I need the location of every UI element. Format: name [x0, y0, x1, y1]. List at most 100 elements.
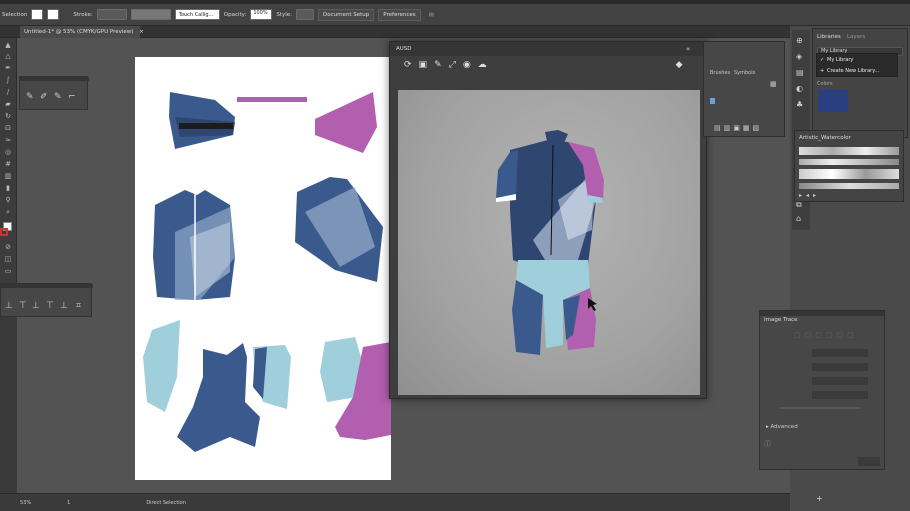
align-tools-icons[interactable]: ⊥ ⊤ ⊥ ⊤ ⊥ ⌗	[1, 284, 93, 318]
shape-builder-icon[interactable]: ◎	[3, 148, 13, 156]
tab-symbols[interactable]: Symbols	[734, 70, 755, 76]
library-color-swatch[interactable]	[818, 90, 848, 112]
status-bar: 53% 1 Direct Selection	[0, 493, 790, 511]
svg-text:⌗: ⌗	[76, 301, 81, 311]
document-tab[interactable]: Untitled-1* @ 53% (CMYK/GPU Preview) ×	[20, 26, 144, 38]
tab-brushes[interactable]: Brushes	[710, 70, 730, 76]
tab-layers[interactable]: Layers	[847, 34, 865, 40]
fill-swatch[interactable]	[31, 9, 44, 20]
style-label: Style:	[276, 11, 293, 18]
image-trace-panel: Image Trace ▢▢▢▢▢▢ ▸ Advanced ⓘ	[759, 310, 885, 470]
draw-mode-icon[interactable]: ◫	[3, 255, 13, 263]
grid-view-icon[interactable]: ▦	[770, 80, 777, 88]
brush-definition-dropdown[interactable]: Touch Callig...	[174, 9, 220, 20]
panel-footer-icons[interactable]: ▤▥▣▦▧	[714, 124, 762, 132]
gradient-tool-icon[interactable]: ▥	[3, 172, 13, 180]
zoom-level[interactable]: 53%	[20, 500, 31, 506]
layers-icon[interactable]: ◈	[796, 52, 802, 61]
curvature-tool-icon[interactable]: ∫	[3, 76, 13, 84]
menu-item-my-library[interactable]: My Library	[827, 57, 853, 63]
tab-libraries[interactable]: Libraries	[817, 34, 841, 40]
graph-tool-icon[interactable]: ▮	[3, 184, 13, 192]
color-icon[interactable]: ◐	[796, 84, 803, 93]
symbols-icon[interactable]: ♣	[796, 100, 803, 109]
arrange-icon[interactable]: ▤	[429, 12, 434, 18]
eyedropper-tool-icon[interactable]: ⚲	[3, 196, 13, 204]
collapse-icon[interactable]: «	[686, 45, 690, 53]
width-tool-icon[interactable]: ≈	[3, 136, 13, 144]
svg-text:✎: ✎	[54, 92, 62, 102]
pen-tool-icon[interactable]: ✒	[3, 64, 13, 72]
3d-preview-window: AUSD « ⟳ ▣ ✎ ⤢ ◉ ☁ ◆	[389, 41, 707, 399]
expand-icon[interactable]: ⤢	[449, 60, 456, 70]
zoom-tool-icon[interactable]: ⌕	[3, 208, 13, 216]
3d-toolbar: ⟳ ▣ ✎ ⤢ ◉ ☁ ◆	[390, 56, 706, 74]
brush-stroke-4[interactable]	[799, 183, 899, 189]
direct-selection-tool-icon[interactable]: △	[3, 52, 13, 60]
artboard[interactable]	[135, 57, 391, 480]
color-picker-icon[interactable]: ◆	[676, 60, 683, 70]
trace-button[interactable]	[858, 457, 880, 466]
brush-stroke-1[interactable]	[799, 147, 899, 155]
screen-mode-icon[interactable]: ▭	[3, 267, 13, 275]
pencil-tool-icon[interactable]: /	[3, 88, 13, 96]
stroke-label: Stroke:	[73, 11, 93, 18]
scale-tool-icon[interactable]: ⊡	[3, 124, 13, 132]
variable-width-profile[interactable]	[130, 9, 171, 20]
style-swatch[interactable]	[296, 9, 315, 20]
colors-section-label: Colors	[817, 81, 833, 87]
tools-panel: ▲ △ ✒ ∫ / ▰ ↻ ⊡ ≈ ◎ # ▥ ▮ ⚲ ⌕ ⊘ ◫ ▭	[0, 38, 17, 298]
stroke-weight-field[interactable]	[96, 9, 127, 20]
svg-text:✎: ✎	[26, 92, 34, 102]
document-tab-title: Untitled-1* @ 53% (CMYK/GPU Preview)	[24, 29, 134, 35]
menu-item-create-library[interactable]: Create New Library...	[827, 68, 879, 74]
page-number[interactable]: 1	[67, 500, 70, 506]
info-icon: ⓘ	[764, 440, 771, 448]
check-icon: ✓	[820, 57, 825, 63]
libraries-panel: Libraries Layers My Library Colors	[812, 28, 908, 138]
refresh-icon[interactable]: ⟳	[404, 60, 412, 70]
libraries-icon[interactable]: ⊕	[796, 36, 803, 45]
panel-nav-icons[interactable]: ▸◂▸	[799, 192, 820, 199]
links-icon[interactable]: ⌂	[796, 214, 801, 223]
current-tool-name: Direct Selection	[146, 499, 186, 506]
document-setup-button[interactable]: Document Setup	[318, 8, 375, 21]
pen-icon[interactable]: ✎	[434, 60, 442, 70]
symbol-swatch[interactable]	[710, 98, 715, 104]
svg-text:⌐: ⌐	[68, 92, 76, 102]
camera-icon[interactable]: ▣	[419, 60, 428, 70]
preset-icons[interactable]: ▢▢▢▢▢▢	[794, 331, 858, 339]
brush-stroke-2[interactable]	[799, 159, 899, 165]
brush-stroke-3[interactable]	[799, 169, 899, 179]
artistic-watercolor-panel: Artistic_Watercolor ▸◂▸	[794, 130, 904, 202]
svg-text:⊥: ⊥	[32, 301, 40, 311]
3d-wetsuit-model[interactable]	[398, 90, 700, 395]
brush-tools-panel: ✎ ✐ ✎ ⌐	[19, 76, 89, 111]
stroke-color-icon[interactable]	[0, 228, 8, 236]
panel-header	[760, 311, 884, 316]
advanced-label[interactable]: ▸ Advanced	[766, 424, 798, 430]
svg-text:⊤: ⊤	[46, 301, 54, 311]
brush-tools-icons[interactable]: ✎ ✐ ✎ ⌐	[20, 77, 89, 111]
rotate-tool-icon[interactable]: ↻	[3, 112, 13, 120]
mesh-tool-icon[interactable]: #	[3, 160, 13, 168]
selection-tool-icon[interactable]: ▲	[3, 41, 13, 49]
control-bar: Selection Stroke: Touch Callig... Opacit…	[0, 4, 910, 26]
eraser-tool-icon[interactable]: ▰	[3, 100, 13, 108]
properties-icon[interactable]: ▤	[796, 68, 804, 77]
none-color-icon[interactable]: ⊘	[3, 243, 13, 251]
opacity-field[interactable]: 100%	[250, 9, 273, 20]
sewing-pattern-pieces[interactable]	[135, 57, 391, 480]
view-field[interactable]	[812, 363, 868, 371]
close-icon[interactable]: ×	[139, 29, 144, 35]
threshold-slider[interactable]	[780, 407, 860, 409]
preferences-button[interactable]: Preferences	[378, 8, 421, 21]
fill-icon[interactable]: ◉	[463, 60, 471, 70]
stroke-swatch[interactable]	[47, 9, 60, 20]
lighting-icon[interactable]: ☁	[478, 60, 487, 70]
palette-field[interactable]	[812, 391, 868, 399]
preset-field[interactable]	[812, 349, 868, 357]
mode-field[interactable]	[812, 377, 868, 385]
add-panel-icon[interactable]: +	[816, 494, 823, 503]
3d-viewport[interactable]	[398, 90, 700, 395]
